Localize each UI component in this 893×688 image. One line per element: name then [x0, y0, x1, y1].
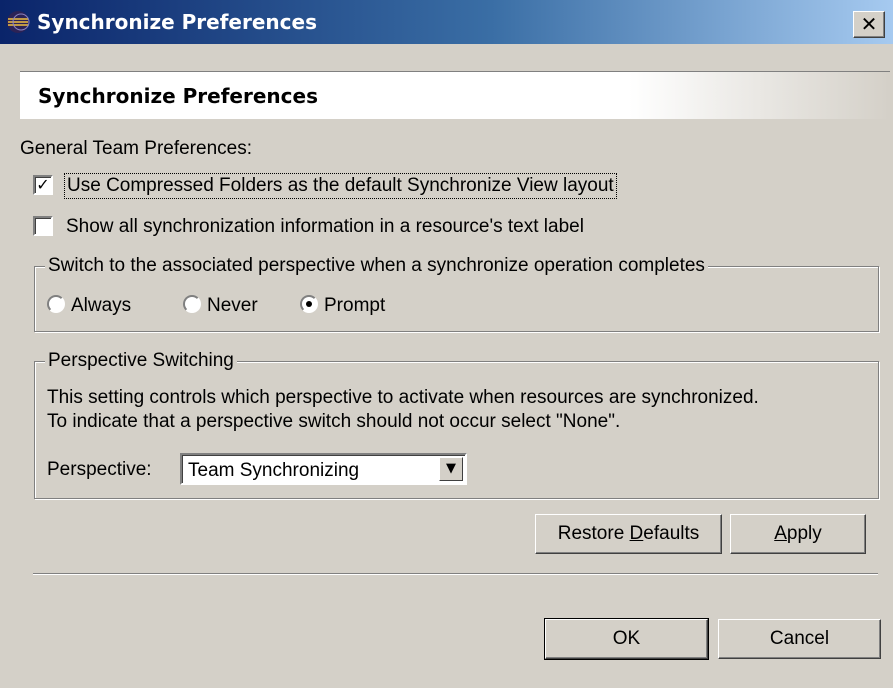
title-bar[interactable]: Synchronize Preferences ✕ [0, 0, 893, 44]
ok-button[interactable]: OK [544, 618, 709, 660]
page-title: Synchronize Preferences [38, 84, 318, 108]
close-icon: ✕ [860, 12, 878, 36]
perspective-label: Perspective: [47, 459, 152, 480]
radio-always-label[interactable]: Always [71, 295, 131, 317]
radio-prompt[interactable] [300, 295, 318, 313]
restore-defaults-mnemonic: D [629, 523, 644, 544]
radio-never[interactable] [183, 295, 201, 313]
page-header: Synchronize Preferences [20, 71, 890, 119]
radio-always[interactable] [47, 295, 65, 313]
window-title: Synchronize Preferences [37, 10, 317, 34]
radio-selected-dot [306, 301, 312, 307]
perspective-description-line1: This setting controls which perspective … [47, 387, 759, 408]
cancel-label: Cancel [769, 628, 830, 649]
eclipse-icon [7, 11, 30, 33]
general-team-label: General Team Preferences: [20, 138, 252, 159]
cancel-button[interactable]: Cancel [718, 619, 881, 659]
compressed-folders-label[interactable]: Use Compressed Folders as the default Sy… [64, 173, 617, 199]
checkmark-icon: ✓ [36, 175, 50, 194]
perspective-description-line2: To indicate that a perspective switch sh… [47, 411, 621, 432]
dropdown-arrow-icon[interactable]: ▼ [439, 457, 463, 481]
radio-prompt-label[interactable]: Prompt [324, 295, 385, 317]
apply-mnemonic: A [774, 523, 787, 544]
switch-perspective-group: Switch to the associated perspective whe… [34, 255, 879, 332]
apply-post: pply [786, 523, 822, 544]
ok-label: OK [612, 628, 641, 649]
restore-defaults-button[interactable]: Restore Defaults [535, 514, 722, 554]
apply-button[interactable]: Apply [730, 514, 866, 554]
perspective-selected-value: Team Synchronizing [188, 460, 360, 481]
close-button[interactable]: ✕ [853, 11, 885, 38]
radio-never-label[interactable]: Never [207, 295, 258, 317]
restore-defaults-post: efaults [643, 523, 700, 544]
separator [33, 573, 878, 575]
show-all-sync-info-label[interactable]: Show all synchronization information in … [66, 216, 584, 238]
compressed-folders-checkbox[interactable]: ✓ [33, 175, 53, 195]
perspective-switching-legend: Perspective Switching [45, 350, 237, 372]
preferences-dialog: Synchronize Preferences ✕ Synchronize Pr… [0, 0, 893, 688]
show-all-sync-info-checkbox[interactable] [33, 216, 53, 236]
switch-perspective-legend: Switch to the associated perspective whe… [45, 255, 708, 277]
perspective-dropdown[interactable]: Team Synchronizing ▼ [180, 453, 467, 485]
restore-defaults-pre: Restore [557, 523, 630, 544]
